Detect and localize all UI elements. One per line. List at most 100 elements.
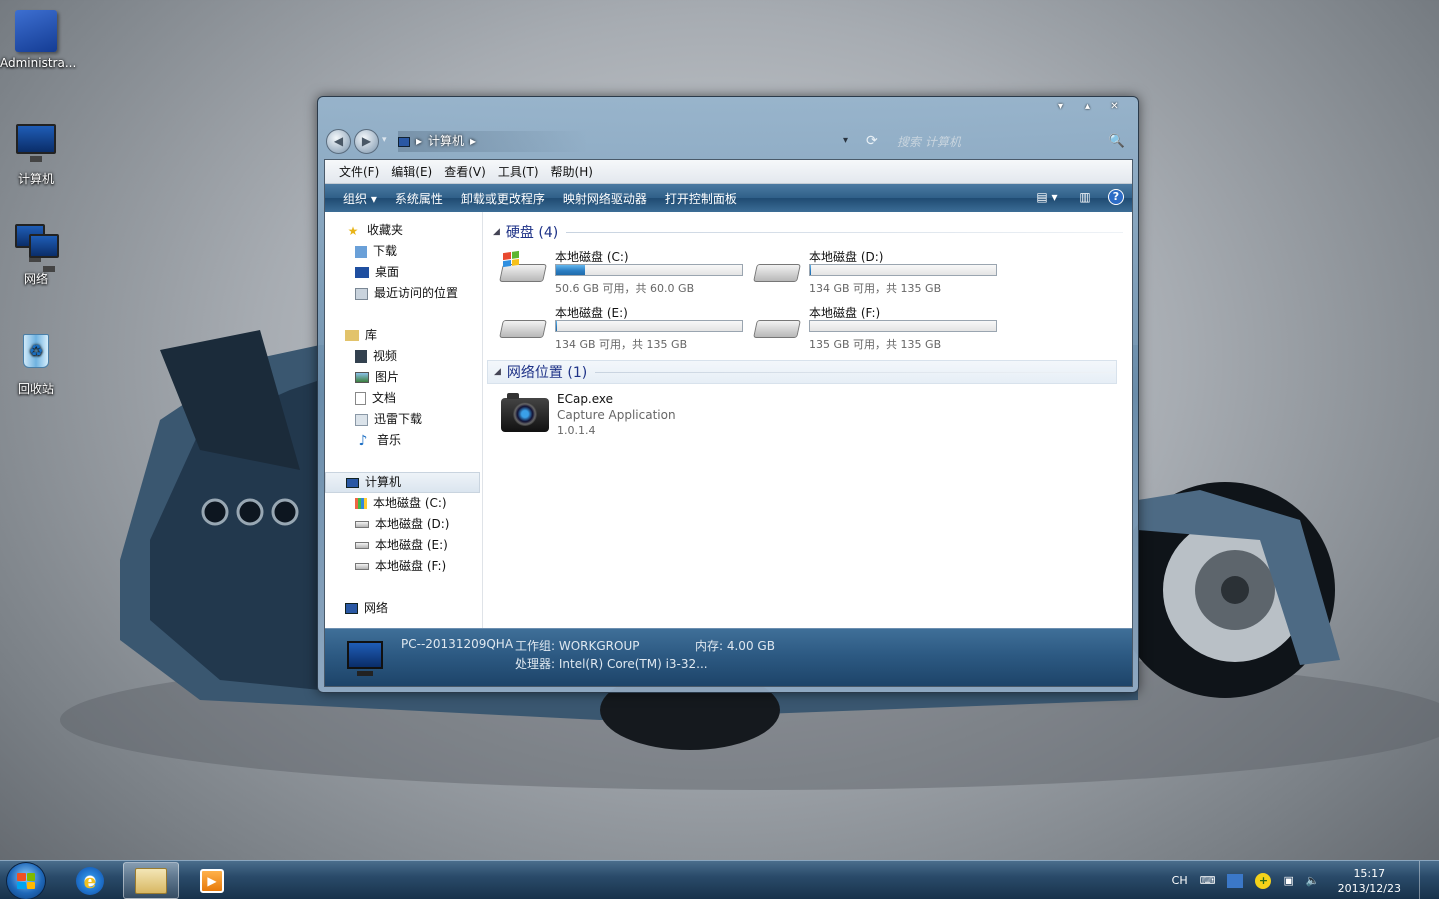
drive-space-info: 134 GB 可用，共 135 GB xyxy=(555,338,688,351)
documents-icon xyxy=(355,392,366,405)
taskbar-internet-explorer[interactable]: e xyxy=(62,862,118,899)
nav-label: 本地磁盘 (E:) xyxy=(375,538,448,552)
drive-d[interactable]: 本地磁盘 (D:) 134 GB 可用，共 135 GB xyxy=(753,248,1005,300)
start-button[interactable] xyxy=(6,862,46,899)
nav-music[interactable]: ♪ 音乐 xyxy=(325,430,482,451)
input-language-indicator[interactable]: CH xyxy=(1172,874,1188,887)
drive-f[interactable]: 本地磁盘 (F:) 135 GB 可用，共 135 GB xyxy=(753,304,1005,356)
nav-drive-f[interactable]: 本地磁盘 (F:) xyxy=(325,556,482,577)
processor-info: 处理器: Intel(R) Core(TM) i3-32... xyxy=(515,657,708,671)
nav-drive-e[interactable]: 本地磁盘 (E:) xyxy=(325,535,482,556)
breadcrumb-separator[interactable]: ▸ xyxy=(416,131,422,152)
menu-help[interactable]: 帮助(H) xyxy=(545,163,599,180)
nav-downloads[interactable]: 下载 xyxy=(325,241,482,262)
uninstall-program-button[interactable]: 卸载或更改程序 xyxy=(455,190,557,207)
explorer-window: ▾ ▴ ✕ ◀ ▶ ▾ ▸ 计算机 ▸ ▾ ⟳ 搜索 计算机 🔍 文件(F) 编… xyxy=(317,96,1139,693)
network-status-icon[interactable]: ▣ xyxy=(1283,874,1293,887)
drive-e[interactable]: 本地磁盘 (E:) 134 GB 可用，共 135 GB xyxy=(499,304,751,356)
system-properties-button[interactable]: 系统属性 xyxy=(389,190,455,207)
desktop-icon-computer[interactable]: 计算机 xyxy=(0,124,72,187)
help-icon[interactable]: ? xyxy=(1108,189,1124,205)
command-bar: 组织 ▾ 系统属性 卸载或更改程序 映射网络驱动器 打开控制面板 ▤ ▾ ▥ ? xyxy=(325,184,1132,212)
breadcrumb-computer[interactable]: 计算机 xyxy=(428,131,464,152)
drive-name: 本地磁盘 (E:) xyxy=(555,306,628,320)
map-network-drive-button[interactable]: 映射网络驱动器 xyxy=(557,190,659,207)
nav-thunder-downloads[interactable]: 迅雷下载 xyxy=(325,409,482,430)
clock[interactable]: 15:17 2013/12/23 xyxy=(1338,866,1401,896)
menu-edit[interactable]: 编辑(E) xyxy=(385,163,438,180)
music-icon: ♪ xyxy=(358,432,368,449)
network-icon xyxy=(15,224,59,272)
downloads-folder-icon xyxy=(355,245,367,258)
nav-network[interactable]: 网络 xyxy=(325,598,482,619)
preview-pane-icon[interactable]: ▥ xyxy=(1076,188,1094,206)
address-bar[interactable]: ▸ 计算机 ▸ xyxy=(398,131,588,152)
back-button[interactable]: ◀ xyxy=(326,129,351,154)
desktop-icon-label: 回收站 xyxy=(17,382,54,396)
address-dropdown-icon[interactable]: ▾ xyxy=(843,135,848,146)
internet-explorer-icon: e xyxy=(76,866,104,895)
network-item-ecap[interactable]: ECap.exe Capture Application 1.0.1.4 xyxy=(501,392,801,440)
desktop-icon-network[interactable]: 网络 xyxy=(0,224,72,287)
user-folder-icon xyxy=(15,10,57,52)
desktop-icon xyxy=(355,267,369,278)
nav-documents[interactable]: 文档 xyxy=(325,388,482,409)
history-dropdown-icon[interactable]: ▾ xyxy=(382,135,387,145)
search-icon[interactable]: 🔍 xyxy=(1109,131,1125,153)
nav-label: 图片 xyxy=(375,370,400,384)
nav-label: 收藏夹 xyxy=(367,223,404,237)
nav-videos[interactable]: 视频 xyxy=(325,346,482,367)
drive-usage-bar xyxy=(809,264,997,276)
hard-drive-icon xyxy=(499,314,547,342)
navigation-pane: ★ 收藏夹 下载 桌面 最近访问的位置 库 视频 图片 文档 迅雷下载 ♪ 音乐… xyxy=(325,212,483,634)
security-shield-icon[interactable]: + xyxy=(1255,872,1272,889)
menu-tools[interactable]: 工具(T) xyxy=(492,163,545,180)
desktop-icon-recycle-bin[interactable]: ♻ 回收站 xyxy=(0,334,72,397)
nav-pictures[interactable]: 图片 xyxy=(325,367,482,388)
drive-c[interactable]: 本地磁盘 (C:) 50.6 GB 可用，共 60.0 GB xyxy=(499,248,751,300)
menu-view[interactable]: 查看(V) xyxy=(438,163,492,180)
tray-app-icon[interactable] xyxy=(1227,873,1244,888)
change-view-icon[interactable]: ▤ ▾ xyxy=(1032,188,1062,206)
volume-icon[interactable]: 🔈 xyxy=(1306,874,1320,887)
pictures-icon xyxy=(355,372,369,383)
refresh-icon[interactable]: ⟳ xyxy=(866,133,878,149)
show-desktop-button[interactable] xyxy=(1419,861,1429,899)
taskbar-media-player[interactable]: ▶ xyxy=(184,862,240,899)
drive-usage-bar xyxy=(555,264,743,276)
collapse-triangle-icon: ◢ xyxy=(494,367,501,377)
nav-favorites[interactable]: ★ 收藏夹 xyxy=(325,220,482,241)
hard-drive-icon xyxy=(753,258,801,286)
group-header-network-locations[interactable]: ◢ 网络位置 (1) xyxy=(487,360,1117,384)
desktop-icon-label: Administra... xyxy=(0,56,77,70)
taskbar-windows-explorer[interactable] xyxy=(123,862,179,899)
maximize-button[interactable]: ▴ xyxy=(1074,99,1101,115)
computer-icon xyxy=(346,477,359,488)
hard-drive-icon xyxy=(753,314,801,342)
nav-label: 网络 xyxy=(364,601,389,615)
nav-libraries[interactable]: 库 xyxy=(325,325,482,346)
clock-time: 15:17 xyxy=(1353,866,1386,880)
memory-info: 内存: 4.00 GB xyxy=(695,639,775,653)
desktop-icon-admin[interactable]: Administra... xyxy=(0,10,77,70)
nav-drive-c[interactable]: 本地磁盘 (C:) xyxy=(325,493,482,514)
nav-recent-places[interactable]: 最近访问的位置 xyxy=(325,283,482,304)
keyboard-icon[interactable]: ⌨ xyxy=(1200,874,1216,887)
group-header-hard-disks[interactable]: ◢ 硬盘 (4) xyxy=(493,222,1123,242)
close-button[interactable]: ✕ xyxy=(1101,99,1128,115)
drive-usage-bar xyxy=(809,320,997,332)
nav-label: 文档 xyxy=(372,391,397,405)
nav-computer[interactable]: 计算机 xyxy=(325,472,480,493)
hard-drive-icon xyxy=(355,563,369,570)
nav-drive-d[interactable]: 本地磁盘 (D:) xyxy=(325,514,482,535)
search-input[interactable]: 搜索 计算机 🔍 xyxy=(891,131,1131,153)
forward-button[interactable]: ▶ xyxy=(354,129,379,154)
breadcrumb-separator[interactable]: ▸ xyxy=(470,131,476,152)
open-control-panel-button[interactable]: 打开控制面板 xyxy=(659,190,749,207)
minimize-button[interactable]: ▾ xyxy=(1047,99,1074,115)
nav-label: 库 xyxy=(365,328,378,342)
recent-places-icon xyxy=(355,287,368,300)
menu-file[interactable]: 文件(F) xyxy=(333,163,385,180)
organize-button[interactable]: 组织 ▾ xyxy=(337,190,389,207)
nav-desktop[interactable]: 桌面 xyxy=(325,262,482,283)
